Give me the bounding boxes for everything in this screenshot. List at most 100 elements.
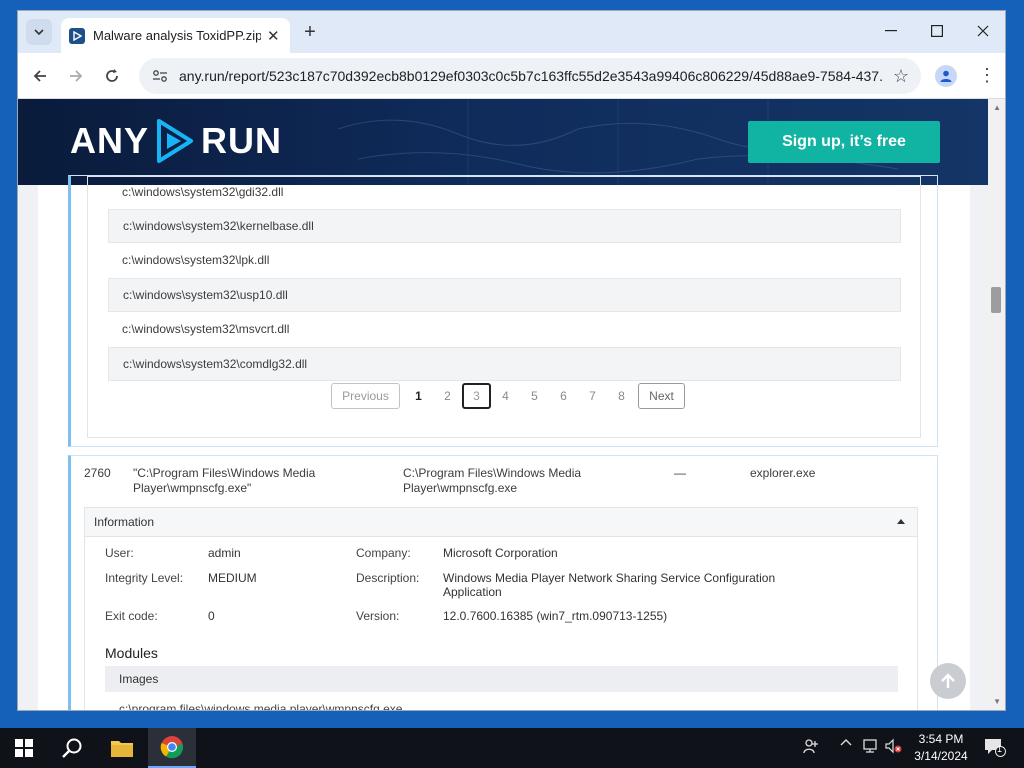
images-header: Images	[105, 666, 898, 692]
information-title: Information	[94, 515, 155, 529]
scroll-up-icon[interactable]: ▲	[993, 103, 1001, 112]
back-button[interactable]	[28, 64, 52, 88]
anyrun-logo[interactable]: ANY RUN	[70, 117, 282, 165]
anyrun-banner: ANY RUN Sign up, it’s free	[18, 99, 988, 185]
network-icon[interactable]	[862, 738, 878, 757]
scroll-to-top-button[interactable]	[930, 663, 966, 699]
report-content: c:\windows\system32\gdi32.dll c:\windows…	[38, 175, 970, 710]
user-label: User:	[105, 546, 134, 560]
browser-toolbar: any.run/report/523c187c70d392ecb8b0129ef…	[18, 53, 1005, 99]
folder-icon	[111, 741, 133, 757]
minimize-button[interactable]	[868, 11, 914, 51]
close-icon	[977, 25, 989, 37]
user-value: admin	[208, 546, 241, 560]
arrow-up-icon	[941, 673, 955, 688]
reload-button[interactable]	[100, 64, 124, 88]
notification-count: 1	[997, 744, 1003, 754]
information-header[interactable]: Information	[85, 508, 917, 537]
anyrun-favicon-icon	[69, 27, 85, 44]
notification-icon	[985, 739, 1006, 757]
chevron-down-icon	[34, 29, 44, 36]
description-value: Windows Media Player Network Sharing Ser…	[443, 571, 776, 599]
site-info-icon[interactable]	[151, 67, 169, 85]
scroll-thumb[interactable]	[991, 287, 1001, 313]
menu-kebab-icon[interactable]: ⋮	[978, 65, 996, 85]
chrome-icon	[160, 736, 184, 759]
dll-row: c:\windows\system32\usp10.dll	[108, 278, 901, 312]
exit-code-value: 0	[208, 609, 215, 623]
bookmark-star-icon[interactable]: ☆	[893, 66, 909, 87]
windows-taskbar: 3:54 PM 3/14/2024 1	[0, 728, 1024, 768]
play-logo-icon	[157, 119, 194, 163]
dll-row: c:\windows\system32\gdi32.dll	[122, 185, 284, 199]
address-bar[interactable]: any.run/report/523c187c70d392ecb8b0129ef…	[139, 58, 921, 94]
page-2-link[interactable]: 2	[433, 383, 462, 409]
dll-list-panel: c:\windows\system32\gdi32.dll c:\windows…	[87, 176, 921, 438]
page-5-link[interactable]: 5	[520, 383, 549, 409]
process-path: C:\Program Files\Windows Media Player\wm…	[403, 466, 582, 495]
close-window-button[interactable]	[960, 11, 1005, 51]
page-3-current[interactable]: 3	[462, 383, 491, 409]
tab-title: Malware analysis ToxidPP.zip M	[93, 28, 261, 43]
page-7-link[interactable]: 7	[578, 383, 607, 409]
company-value: Microsoft Corporation	[443, 546, 558, 560]
next-page-button[interactable]: Next	[638, 383, 685, 409]
integrity-label: Integrity Level:	[105, 571, 184, 585]
page-4-link[interactable]: 4	[491, 383, 520, 409]
company-label: Company:	[356, 546, 411, 560]
dll-row: c:\windows\system32\kernelbase.dll	[108, 209, 901, 243]
logo-text-left: ANY	[70, 120, 150, 161]
taskbar-clock[interactable]: 3:54 PM 3/14/2024	[905, 731, 977, 765]
volume-muted-icon[interactable]	[884, 738, 902, 757]
start-button[interactable]	[0, 728, 48, 768]
page-scrollbar[interactable]: ▲ ▼	[988, 99, 1005, 710]
clock-date: 3/14/2024	[914, 749, 968, 763]
tab-close-icon[interactable]: ✕	[267, 27, 280, 45]
pagination: Previous 1 2 3 4 5 6 7 8 Next	[331, 383, 685, 409]
minimize-icon	[885, 30, 897, 32]
maximize-button[interactable]	[914, 11, 960, 51]
process-row-2760[interactable]: 2760 "C:\Program Files\Windows Media Pla…	[68, 455, 938, 710]
previous-page-button[interactable]: Previous	[331, 383, 400, 409]
browser-tab[interactable]: Malware analysis ToxidPP.zip M ✕	[61, 18, 290, 53]
chrome-taskbar-button[interactable]	[148, 728, 196, 768]
reload-icon	[106, 69, 118, 82]
process-parent: explorer.exe	[750, 466, 816, 480]
page-viewport: ANY RUN Sign up, it’s free c:\windows\sy…	[18, 99, 1005, 710]
dll-row: c:\windows\system32\msvcrt.dll	[122, 322, 290, 336]
caret-up-icon[interactable]	[897, 519, 905, 524]
modules-title: Modules	[105, 645, 158, 661]
scroll-down-icon[interactable]: ▼	[993, 697, 1001, 706]
file-explorer-button[interactable]	[98, 728, 146, 768]
new-tab-button[interactable]: +	[298, 21, 322, 45]
exit-code-label: Exit code:	[105, 609, 158, 623]
maximize-icon	[931, 25, 943, 37]
process-pid: 2760	[84, 466, 111, 480]
dll-row: c:\windows\system32\lpk.dll	[122, 253, 270, 267]
profile-avatar-icon[interactable]	[935, 65, 957, 87]
logo-text-right: RUN	[201, 120, 283, 161]
integrity-value: MEDIUM	[208, 571, 257, 585]
arrow-right-icon	[70, 70, 83, 82]
chevron-up-icon[interactable]	[840, 736, 852, 751]
search-icon	[62, 738, 82, 758]
forward-button[interactable]	[64, 64, 88, 88]
people-icon[interactable]	[803, 738, 819, 757]
process-command-line: "C:\Program Files\Windows Media Player\w…	[133, 466, 316, 495]
signup-button[interactable]: Sign up, it’s free	[748, 121, 940, 163]
version-value: 12.0.7600.16385 (win7_rtm.090713-1255)	[443, 609, 668, 623]
url-text: any.run/report/523c187c70d392ecb8b0129ef…	[179, 68, 884, 84]
arrow-left-icon	[33, 70, 46, 82]
tab-search-button[interactable]	[26, 19, 52, 45]
page-1-link[interactable]: 1	[404, 383, 433, 409]
tab-strip: Malware analysis ToxidPP.zip M ✕ +	[18, 11, 1005, 53]
page-6-link[interactable]: 6	[549, 383, 578, 409]
process-modules-section: c:\windows\system32\gdi32.dll c:\windows…	[68, 175, 938, 447]
version-label: Version:	[356, 609, 400, 623]
information-panel: Information User: admin Integrity Level:…	[84, 507, 918, 710]
dll-row: c:\windows\system32\comdlg32.dll	[108, 347, 901, 381]
page-8-link[interactable]: 8	[607, 383, 636, 409]
notification-center-button[interactable]: 1	[984, 737, 1006, 760]
clock-time: 3:54 PM	[918, 732, 964, 746]
search-button[interactable]	[48, 728, 96, 768]
